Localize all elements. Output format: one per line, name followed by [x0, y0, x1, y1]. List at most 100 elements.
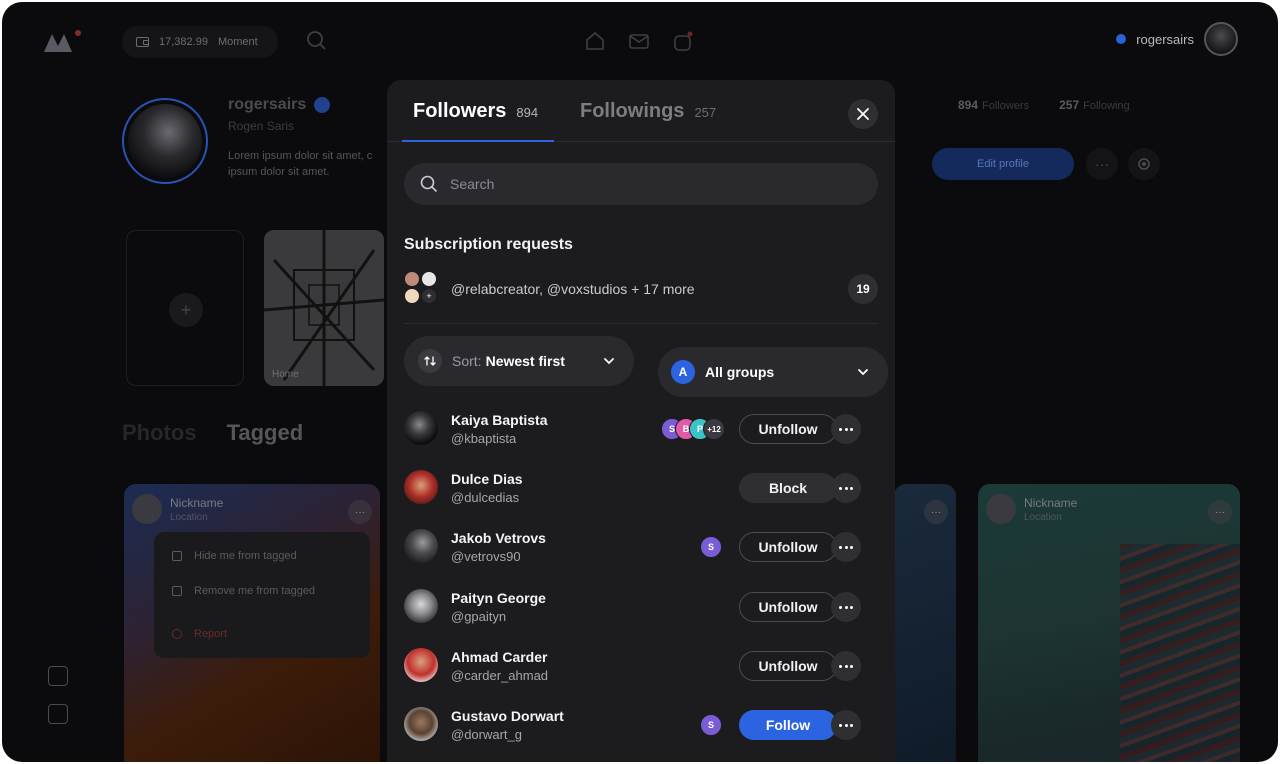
list-item[interactable]: Dulce Dias @dulcedias Block — [404, 468, 878, 508]
list-item[interactable]: Ahmad Carder @carder_ahmad Unfollow — [404, 646, 878, 686]
profile-fullname: Rogen Saris — [228, 119, 295, 133]
post-nickname: Nickname — [1024, 495, 1078, 510]
groups-dropdown[interactable]: A All groups — [658, 347, 888, 397]
list-item[interactable]: Kaiya Baptista @kbaptista S B P +12 Unfo… — [404, 409, 878, 449]
logo-icon[interactable] — [42, 28, 84, 54]
add-story-card[interactable]: + — [126, 230, 244, 386]
remove-from-tagged-item[interactable]: Remove me from tagged — [172, 585, 315, 597]
home-icon[interactable] — [584, 30, 606, 52]
subscription-requests-row[interactable]: + @relabcreator, @voxstudios + 17 more 1… — [404, 271, 878, 307]
subscription-requests-title: Subscription requests — [404, 236, 573, 253]
tab-photos[interactable]: Photos — [122, 420, 197, 446]
more-options-button[interactable] — [831, 710, 861, 740]
avatar[interactable] — [404, 470, 438, 504]
tab-followers[interactable]: Followers 894 — [413, 100, 538, 123]
avatar — [421, 271, 437, 287]
report-item[interactable]: Report — [172, 628, 227, 640]
user-handle: @dulcedias — [451, 490, 520, 505]
unfollow-button[interactable]: Unfollow — [739, 651, 837, 681]
list-item[interactable]: Jakob Vetrovs @vetrovs90 S Unfollow — [404, 527, 878, 567]
more-options-button[interactable] — [831, 532, 861, 562]
architecture-image — [264, 230, 384, 386]
unfollow-button[interactable]: Unfollow — [739, 532, 837, 562]
settings-gear-icon[interactable] — [1128, 148, 1160, 180]
post-more-button[interactable]: ··· — [1208, 500, 1232, 524]
top-bar: 17,382.99 Moment rogersairs — [2, 2, 1278, 80]
grid-icon[interactable] — [48, 666, 68, 686]
close-button[interactable] — [848, 99, 878, 129]
more-options-button[interactable] — [831, 592, 861, 622]
more-options-button[interactable]: ··· — [1086, 148, 1118, 180]
user-groups[interactable]: S — [700, 714, 722, 736]
user-name: Paityn George — [451, 590, 546, 606]
columns-icon[interactable] — [48, 704, 68, 724]
post-more-button[interactable]: ··· — [348, 500, 372, 524]
tab-tagged[interactable]: Tagged — [227, 420, 304, 446]
post-card[interactable]: ··· — [894, 484, 956, 762]
search-icon[interactable] — [306, 30, 328, 52]
block-button[interactable]: Block — [739, 473, 837, 503]
mail-icon[interactable] — [628, 30, 650, 52]
group-badge: S — [700, 714, 722, 736]
post-more-button[interactable]: ··· — [924, 500, 948, 524]
follow-button[interactable]: Follow — [739, 710, 837, 740]
following-stat[interactable]: 257 Following — [1059, 98, 1130, 112]
user-menu[interactable]: rogersairs — [1116, 22, 1238, 56]
groups-value: All groups — [705, 364, 775, 380]
sort-arrows-icon — [418, 349, 442, 373]
bag-icon[interactable] — [672, 30, 694, 52]
unfollow-button[interactable]: Unfollow — [739, 414, 837, 444]
story-card[interactable]: Home — [264, 230, 384, 386]
hide-from-tagged-item[interactable]: Hide me from tagged — [172, 550, 297, 562]
post-location: Location — [170, 511, 208, 523]
tab-followings[interactable]: Followings 257 — [580, 100, 716, 123]
unfollow-button[interactable]: Unfollow — [739, 592, 837, 622]
more-options-button[interactable] — [831, 414, 861, 444]
sort-dropdown[interactable]: Sort: Newest first — [404, 336, 634, 386]
search-field[interactable] — [404, 163, 878, 205]
plus-icon: + — [421, 288, 437, 304]
story-label: Home — [272, 369, 299, 380]
context-menu: Hide me from tagged Remove me from tagge… — [154, 532, 370, 658]
tab-followings-count: 257 — [694, 105, 717, 120]
list-item[interactable]: Gustavo Dorwart @dorwart_g S Follow — [404, 705, 878, 745]
search-icon — [420, 175, 437, 192]
list-item[interactable]: Paityn George @gpaityn Unfollow — [404, 587, 878, 627]
avatar[interactable] — [404, 707, 438, 741]
subscription-requests-text: @relabcreator, @voxstudios + 17 more — [451, 281, 695, 297]
avatar[interactable] — [404, 529, 438, 563]
avatar[interactable] — [404, 648, 438, 682]
avatar — [1204, 22, 1238, 56]
post-location: Location — [1024, 511, 1062, 523]
edit-profile-button[interactable]: Edit profile — [932, 148, 1074, 180]
followers-modal: Followers 894 Followings 257 Subscriptio… — [387, 80, 895, 762]
profile-tabs: Photos Tagged — [122, 420, 303, 446]
post-header: Nickname Location — [986, 494, 1077, 524]
post-card[interactable]: Nickname Location ··· — [978, 484, 1240, 762]
profile-name-text: rogersairs — [228, 96, 307, 113]
more-options-button[interactable] — [831, 651, 861, 681]
balance-pill[interactable]: 17,382.99 Moment — [122, 26, 278, 58]
user-name: Jakob Vetrovs — [451, 530, 546, 546]
user-handle: @dorwart_g — [451, 727, 523, 742]
close-icon — [857, 108, 869, 120]
user-groups[interactable]: S B P +12 — [661, 418, 725, 440]
user-groups[interactable]: S — [700, 536, 722, 558]
profile-avatar[interactable] — [122, 98, 208, 184]
verified-badge-icon — [314, 97, 331, 113]
avatar[interactable] — [404, 411, 438, 445]
more-options-button[interactable] — [831, 473, 861, 503]
tab-followers-label: Followers — [413, 100, 507, 122]
top-nav — [584, 30, 694, 52]
alert-icon — [172, 629, 182, 639]
avatar[interactable] — [404, 589, 438, 623]
user-name: Dulce Dias — [451, 471, 523, 487]
search-input[interactable] — [450, 176, 830, 192]
sort-prefix: Sort: — [452, 353, 482, 369]
top-username: rogersairs — [1136, 31, 1194, 47]
avatar — [132, 494, 162, 524]
profile-name: rogersairs — [228, 96, 331, 114]
followers-stat[interactable]: 894 Followers — [958, 98, 1029, 112]
profile-bio: Lorem ipsum dolor sit amet, c ipsum dolo… — [228, 150, 373, 178]
avatar — [404, 271, 420, 287]
